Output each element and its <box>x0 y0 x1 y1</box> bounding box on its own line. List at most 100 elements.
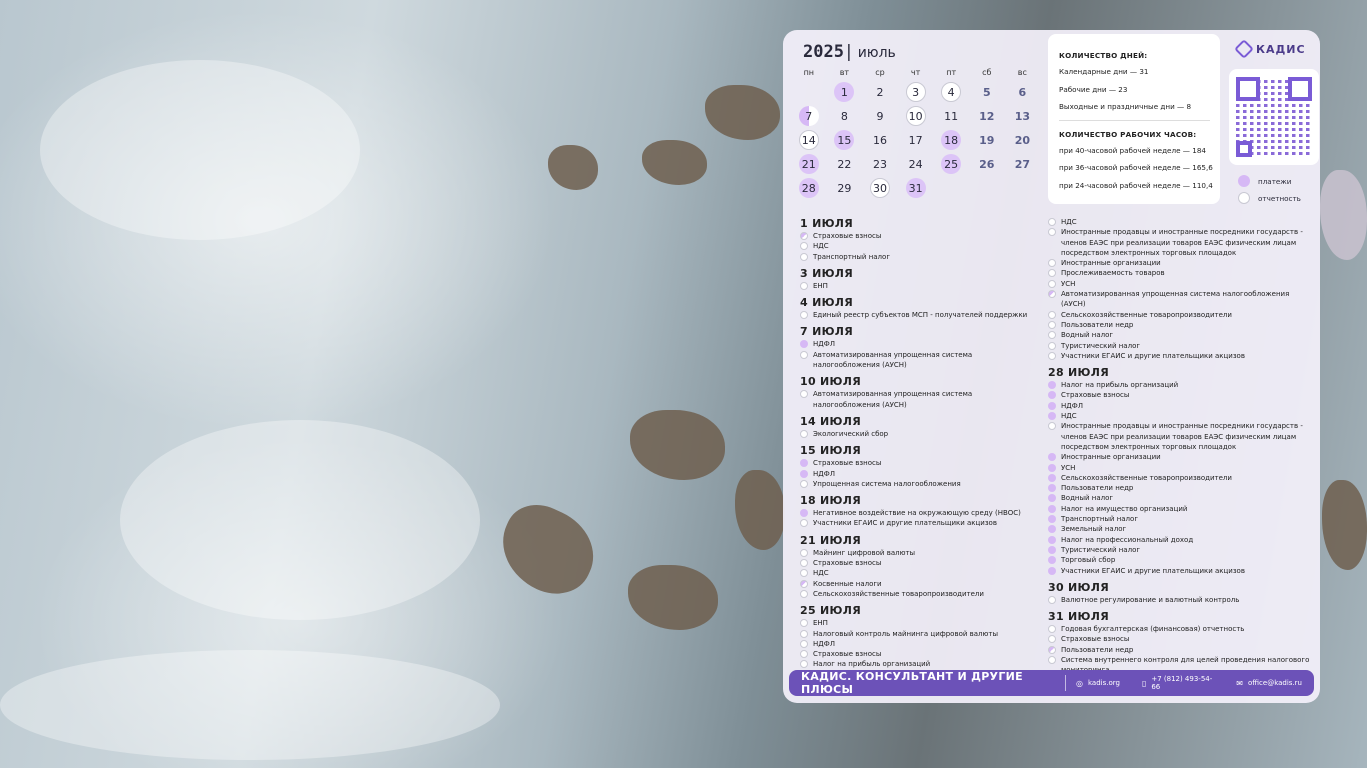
weekday-label: пн <box>803 68 815 77</box>
calendar-day[interactable]: 4 <box>941 82 962 102</box>
report-dot-icon <box>800 650 808 659</box>
rock <box>487 493 608 607</box>
mail-icon: ✉ <box>1236 678 1243 688</box>
calendar-day[interactable]: 18 <box>941 130 962 150</box>
event-item-label: НДФЛ <box>1061 401 1084 410</box>
report-dot-icon <box>1048 635 1056 644</box>
mixed-dot-icon <box>1048 645 1056 654</box>
event-item-label: Сельскохозяйственные товаропроизводители <box>813 589 984 598</box>
calendar-day[interactable]: 11 <box>941 106 961 126</box>
report-dot-icon <box>800 390 808 399</box>
rock <box>628 565 718 630</box>
calendar-day[interactable]: 12 <box>977 106 997 126</box>
qr-finder-icon <box>1236 141 1252 157</box>
calendar-day[interactable]: 1 <box>834 82 855 102</box>
event-item-label: Годовая бухгалтерская (финансовая) отчет… <box>1061 625 1245 634</box>
day-cell: 5 <box>969 82 1005 102</box>
calendar-day[interactable]: 15 <box>834 130 855 150</box>
calendar-weeks: 1 2 3 4 5 6 7 8 9 10 11 12 13 14 15 16 17 18 19 20 21 22 23 24 2… <box>791 80 1041 200</box>
event-item: НДС <box>1048 411 1313 421</box>
calendar-day[interactable]: 20 <box>1012 130 1032 150</box>
calendar-day[interactable]: 3 <box>905 82 926 102</box>
weekday-label: пт <box>946 68 957 77</box>
day-cell: 19 <box>969 130 1005 150</box>
calendar-day[interactable]: 19 <box>977 130 997 150</box>
calendar-day[interactable]: 5 <box>977 82 997 102</box>
calendar-day[interactable]: 16 <box>870 130 890 150</box>
rock <box>630 410 725 480</box>
event-item-label: Майнинг цифровой валюты <box>813 548 916 557</box>
calendar-day[interactable]: 31 <box>905 178 926 198</box>
event-date-heading: 21 ИЮЛЯ <box>800 533 861 547</box>
rock <box>642 140 707 185</box>
calendar-day[interactable]: 30 <box>869 178 890 198</box>
event-item: Налог на имущество организаций <box>1048 504 1313 514</box>
day-cell: 3 <box>898 82 934 102</box>
event-item: УСН <box>1048 463 1313 473</box>
event-item-label: Туристический налог <box>1061 341 1141 350</box>
days-line: Календарные дни — 31 <box>1059 67 1149 76</box>
event-item-label: Автоматизированная упрощенная система на… <box>813 350 973 370</box>
report-dot-icon <box>800 639 808 648</box>
site-link[interactable]: ◎ kadis.org <box>1076 679 1120 688</box>
calendar-day[interactable]: 25 <box>941 154 962 174</box>
report-dot-icon <box>800 479 808 488</box>
event-item: Валютное регулирование и валютный контро… <box>1048 595 1313 605</box>
event-item: Туристический налог <box>1048 341 1313 351</box>
event-item: Автоматизированная упрощенная система на… <box>1048 289 1313 310</box>
legend-payments-label: платежи <box>1258 176 1292 186</box>
event-item-label: Негативное воздействие на окружающую сре… <box>813 509 1021 518</box>
phone-link[interactable]: ▯ +7 (812) 493-54-66 <box>1142 675 1214 691</box>
calendar-day[interactable]: 10 <box>905 106 926 126</box>
calendar-day[interactable]: 21 <box>798 154 819 174</box>
calendar-day[interactable]: 13 <box>1012 106 1032 126</box>
calendar-day[interactable]: 8 <box>834 106 854 126</box>
report-dot-icon <box>800 350 808 359</box>
calendar-day[interactable]: 14 <box>798 130 819 150</box>
event-item: Иностранные организации <box>1048 258 1313 268</box>
calendar-day[interactable]: 9 <box>870 106 890 126</box>
report-dot-icon <box>800 242 808 251</box>
event-item-label: НДС <box>813 569 829 578</box>
day-cell: 20 <box>1005 130 1041 150</box>
calendar-day[interactable]: 23 <box>870 154 890 174</box>
email-label: office@kadis.ru <box>1247 679 1302 687</box>
calendar-day[interactable]: 28 <box>798 178 819 198</box>
calendar-day[interactable]: 17 <box>906 130 926 150</box>
calendar-day[interactable]: 26 <box>977 154 997 174</box>
event-item-label: Налоговый контроль майнинга цифровой вал… <box>813 629 999 638</box>
day-cell: 26 <box>969 154 1005 174</box>
event-item: Туристический налог <box>1048 545 1313 555</box>
day-cell: 6 <box>1005 82 1041 102</box>
calendar-day[interactable]: 22 <box>834 154 854 174</box>
qr-code[interactable] <box>1229 69 1319 165</box>
calendar-day[interactable]: 7 <box>798 106 819 126</box>
event-item: ЕНП <box>800 281 1035 291</box>
event-date-heading: 1 ИЮЛЯ <box>800 217 854 230</box>
calendar-day[interactable]: 6 <box>1012 82 1032 102</box>
rock <box>735 470 785 550</box>
event-item: Транспортный налог <box>1048 514 1313 524</box>
event-item: НДФЛ <box>800 639 1035 649</box>
week-row: 28 29 30 31 <box>791 176 1041 200</box>
event-item: Автоматизированная упрощенная система на… <box>800 389 1035 410</box>
event-item: Иностранные организации <box>1048 452 1313 462</box>
calendar-day[interactable]: 2 <box>870 82 890 102</box>
day-cell: 30 <box>862 178 898 198</box>
brand-name: КАДИС <box>1256 42 1306 56</box>
day-cell: 23 <box>862 154 898 174</box>
calendar-day[interactable]: 29 <box>834 178 854 198</box>
day-cell: 31 <box>898 178 934 198</box>
day-cell: 4 <box>933 82 969 102</box>
calendar-day[interactable]: 27 <box>1012 154 1032 174</box>
report-dot-icon <box>1048 351 1056 360</box>
event-date-heading: 25 ИЮЛЯ <box>800 604 861 618</box>
report-dot-icon <box>1048 279 1056 288</box>
payment-dot-icon <box>1048 525 1056 534</box>
hours-line: при 40-часовой рабочей неделе — 184 <box>1059 145 1206 155</box>
email-link[interactable]: ✉ office@kadis.ru <box>1236 679 1302 688</box>
event-item-label: Налог на имущество организаций <box>1061 504 1188 513</box>
events-left-column: 1 ИЮЛЯ Страховые взносы НДС Транспортный на… <box>800 217 1035 670</box>
calendar-day[interactable]: 24 <box>906 154 926 174</box>
event-item: Автоматизированная упрощенная система на… <box>800 350 1035 371</box>
